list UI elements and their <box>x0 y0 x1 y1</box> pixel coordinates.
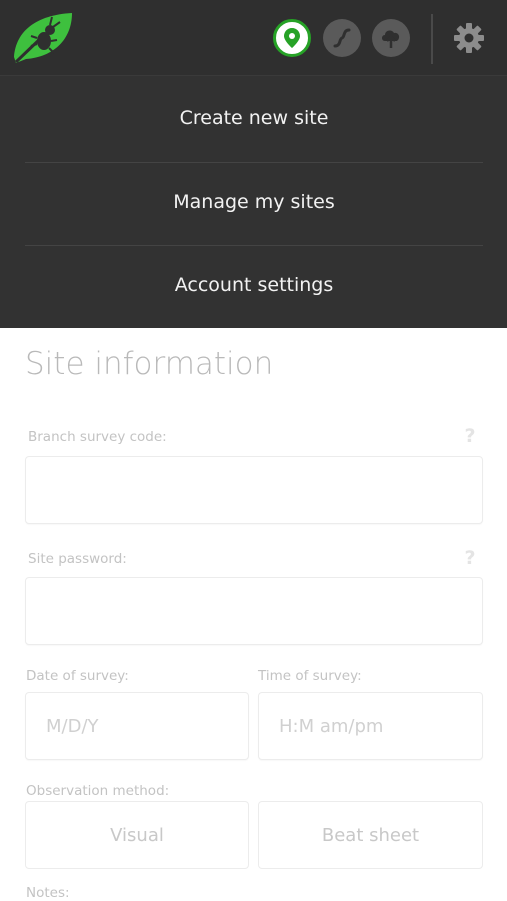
notes-label: Notes: <box>26 885 70 901</box>
top-header <box>0 0 507 76</box>
site-password-input[interactable] <box>26 578 482 644</box>
branch-survey-code-input[interactable] <box>26 457 482 523</box>
site-password-field[interactable] <box>25 577 483 645</box>
observation-visual-button[interactable]: Visual <box>25 801 249 869</box>
time-of-survey-label: Time of survey: <box>258 668 362 684</box>
leaf-bug-logo[interactable] <box>12 11 74 64</box>
menu-item-create-new-site[interactable]: Create new site <box>25 76 483 159</box>
branch-survey-code-field[interactable] <box>25 456 483 524</box>
date-of-survey-field[interactable] <box>25 692 249 760</box>
map-pin-icon[interactable] <box>273 19 311 57</box>
date-of-survey-input[interactable] <box>26 693 248 759</box>
date-of-survey-label: Date of survey: <box>26 668 129 684</box>
form-title: Site information <box>25 346 274 382</box>
observation-beat-sheet-button[interactable]: Beat sheet <box>258 801 483 869</box>
cloud-upload-icon[interactable] <box>372 19 410 57</box>
help-icon[interactable]: ? <box>462 425 478 447</box>
dropdown-menu: Create new site Manage my sites Account … <box>0 76 507 328</box>
gear-icon[interactable] <box>452 21 486 55</box>
header-divider <box>431 14 433 64</box>
route-icon[interactable] <box>323 19 361 57</box>
observation-method-label: Observation method: <box>26 783 170 799</box>
time-of-survey-input[interactable] <box>259 693 482 759</box>
branch-survey-code-label: Branch survey code: <box>28 429 167 445</box>
site-password-label: Site password: <box>28 551 127 567</box>
help-icon[interactable]: ? <box>462 547 478 569</box>
menu-item-manage-my-sites[interactable]: Manage my sites <box>25 160 483 243</box>
time-of-survey-field[interactable] <box>258 692 483 760</box>
menu-item-account-settings[interactable]: Account settings <box>25 243 483 326</box>
